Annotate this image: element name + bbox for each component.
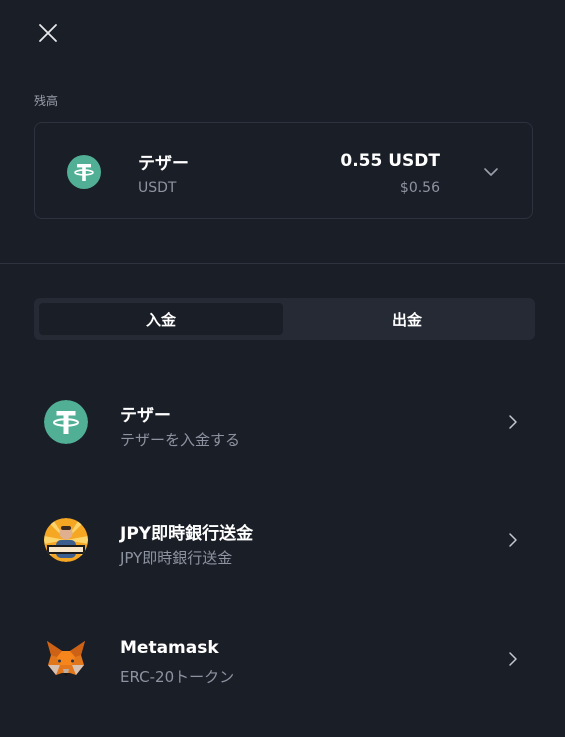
balance-amount: 0.55 USDT <box>340 151 440 171</box>
balance-currency-name: テザー <box>138 154 189 174</box>
balance-card[interactable]: テザー USDT 0.55 USDT $0.56 <box>34 122 533 219</box>
method-metamask[interactable]: Metamask ERC-20トークン <box>0 619 565 699</box>
method-tether[interactable]: テザー テザーを入金する <box>0 382 565 462</box>
method-title: JPY即時銀行送金 <box>120 524 254 544</box>
method-subtitle: テザーを入金する <box>120 431 241 449</box>
bank-avatar-icon <box>44 518 88 562</box>
method-title: テザー <box>120 406 171 426</box>
close-button[interactable] <box>36 21 60 45</box>
balance-section-label: 残高 <box>34 94 59 108</box>
tab-deposit[interactable]: 入金 <box>39 303 283 335</box>
method-subtitle: JPY即時銀行送金 <box>120 549 233 567</box>
chevron-right-icon <box>509 652 517 666</box>
deposit-withdraw-tabs: 入金 出金 <box>34 298 535 340</box>
metamask-fox-icon <box>47 641 85 676</box>
chevron-down-icon[interactable] <box>482 163 500 181</box>
chevron-right-icon <box>509 415 517 429</box>
tether-icon <box>44 400 88 444</box>
tab-withdraw[interactable]: 出金 <box>285 303 529 335</box>
balance-currency-symbol: USDT <box>138 180 177 196</box>
section-divider <box>0 263 565 264</box>
balance-fiat-value: $0.56 <box>399 180 440 196</box>
tether-icon <box>67 155 101 189</box>
method-subtitle: ERC-20トークン <box>120 668 235 686</box>
method-jpy-bank-transfer[interactable]: JPY即時銀行送金 JPY即時銀行送金 <box>0 500 565 580</box>
method-title: Metamask <box>120 638 219 658</box>
close-icon <box>39 24 57 42</box>
chevron-right-icon <box>509 533 517 547</box>
